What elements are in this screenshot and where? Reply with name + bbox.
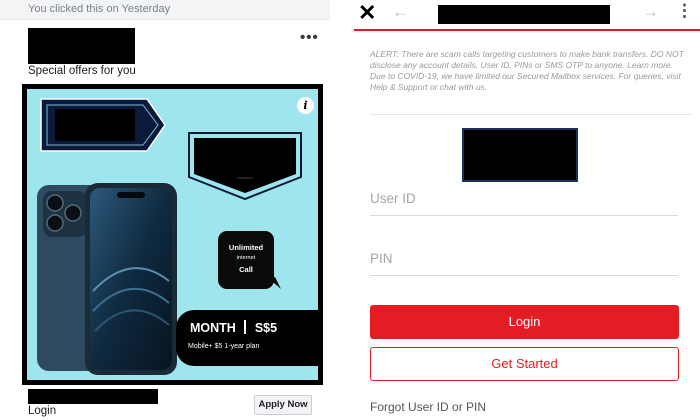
user-id-field[interactable]: User ID xyxy=(370,180,678,216)
ad-image-frame[interactable]: i Unlimited internet Call MONTH S$5 Mobil… xyxy=(22,84,323,385)
ad-banner-shape xyxy=(40,98,166,152)
panel-divider xyxy=(330,0,354,420)
apply-now-button[interactable]: Apply Now xyxy=(254,395,312,415)
offer-caption: Special offers for you xyxy=(28,65,136,77)
pin-placeholder: PIN xyxy=(370,251,393,266)
info-icon[interactable]: i xyxy=(297,97,314,114)
redacted-ad-headline xyxy=(28,389,158,404)
social-feed-panel: You clicked this on Yesterday ••• Specia… xyxy=(0,0,330,420)
login-button[interactable]: Login xyxy=(370,305,679,339)
speech-line-call: Call xyxy=(239,265,253,274)
speech-line-internet: internet xyxy=(236,255,256,261)
bank-login-page: ✕ ← → ⋮ ALERT: There are scam calls targ… xyxy=(354,0,700,420)
plan-detail: Mobile+ $5 1-year plan xyxy=(188,343,260,350)
speech-line-unlimited: Unlimited xyxy=(228,243,264,252)
redacted-url xyxy=(438,5,610,24)
redacted-advertiser-name xyxy=(28,28,135,64)
redacted-bank-logo xyxy=(462,128,578,182)
plan-price: S$5 xyxy=(254,321,278,335)
ad-image: i Unlimited internet Call MONTH S$5 Mobil… xyxy=(27,89,318,380)
ad-pentagon-badge xyxy=(188,132,302,201)
more-vertical-icon[interactable]: ⋮ xyxy=(676,2,693,19)
ad-footer-label: Login xyxy=(28,405,57,417)
phone-illustration xyxy=(37,183,177,375)
scam-alert-text: ALERT: There are scam calls targeting cu… xyxy=(370,49,684,92)
user-id-placeholder: User ID xyxy=(370,191,416,206)
activity-text: You clicked this on Yesterday xyxy=(28,3,171,15)
plan-title: MONTH S$5 xyxy=(190,320,277,335)
arrow-left-icon[interactable]: ← xyxy=(392,3,409,20)
alert-divider xyxy=(370,114,692,115)
plan-price-tag: MONTH S$5 Mobile+ $5 1-year plan xyxy=(176,310,318,366)
activity-strip: You clicked this on Yesterday xyxy=(0,0,330,20)
forgot-credentials-link[interactable]: Forgot User ID or PIN xyxy=(370,400,486,414)
plan-label: MONTH xyxy=(190,321,236,335)
speech-tail xyxy=(267,277,281,289)
pin-field[interactable]: PIN xyxy=(370,240,678,276)
browser-header: ✕ ← → ⋮ xyxy=(354,0,700,31)
get-started-button[interactable]: Get Started xyxy=(370,347,679,381)
plan-divider xyxy=(243,320,246,334)
more-horizontal-icon[interactable]: ••• xyxy=(300,30,319,45)
close-icon[interactable]: ✕ xyxy=(358,2,376,24)
unlimited-speech-bubble: Unlimited internet Call xyxy=(218,231,274,289)
arrow-right-icon[interactable]: → xyxy=(642,3,659,20)
